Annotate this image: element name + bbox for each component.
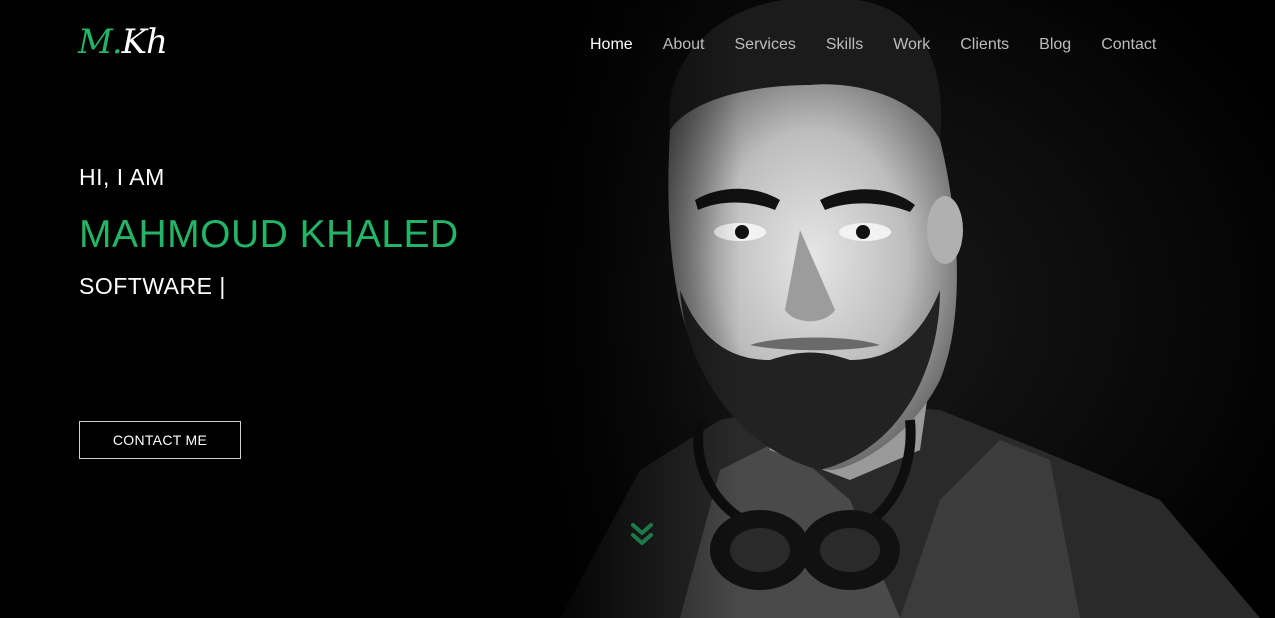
chevron-double-down-icon[interactable] [630,521,654,551]
nav-about[interactable]: About [663,34,705,56]
nav-work[interactable]: Work [893,34,930,56]
logo-surname: Kh [121,22,168,62]
portrait-fade-overlay [480,0,740,618]
logo-initial: M. [78,22,123,62]
nav-clients[interactable]: Clients [960,34,1009,56]
hero-name: MAHMOUD KHALED [79,213,459,256]
main-nav: Home About Services Skills Work Clients … [590,34,1186,56]
site-logo[interactable]: M. Kh [78,22,168,70]
hero-section: M. Kh Home About Services Skills Work Cl… [0,0,1275,618]
nav-services[interactable]: Services [735,34,796,56]
nav-blog[interactable]: Blog [1039,34,1071,56]
nav-contact[interactable]: Contact [1101,34,1156,56]
hero-greeting: HI, I AM [79,164,165,190]
contact-me-button[interactable]: CONTACT ME [79,421,241,459]
nav-home[interactable]: Home [590,34,633,56]
hero-role-typing: SOFTWARE | [79,273,226,299]
nav-skills[interactable]: Skills [826,34,863,56]
